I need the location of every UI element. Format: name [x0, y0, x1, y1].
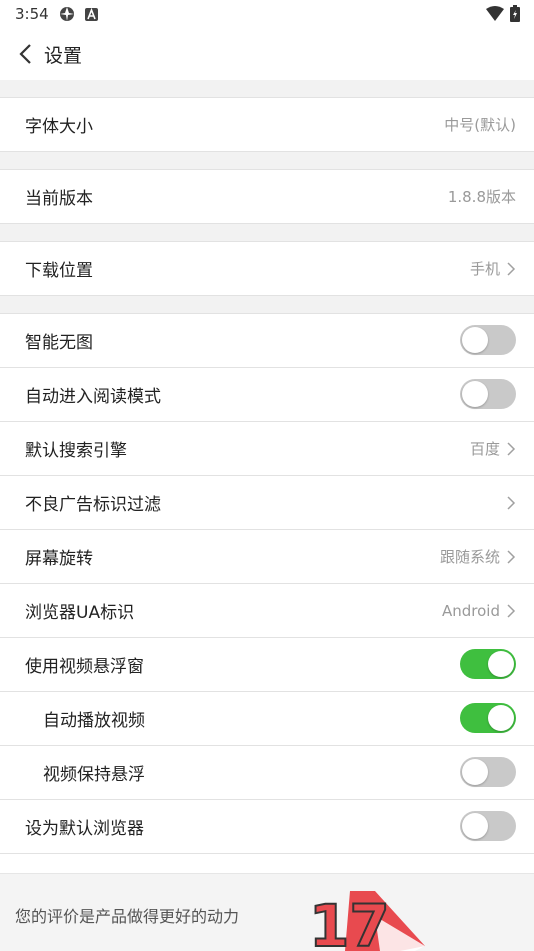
smart-no-image-toggle[interactable] [460, 325, 516, 355]
section-divider [0, 152, 534, 170]
chevron-right-icon [507, 550, 516, 564]
setting-autoplay-video[interactable]: 自动播放视频 [0, 692, 534, 746]
setting-current-version: 当前版本 1.8.8版本 [0, 170, 534, 224]
title-bar: 设置 [0, 28, 534, 80]
chevron-right-icon [507, 604, 516, 618]
back-arrow-icon [19, 44, 31, 64]
setting-label: 不良广告标识过滤 [25, 495, 161, 515]
setting-value: 手机 [469, 260, 500, 278]
setting-label: 浏览器UA标识 [25, 603, 135, 623]
badge-number: 17 [309, 892, 390, 951]
back-button[interactable] [12, 41, 38, 67]
default-browser-toggle[interactable] [460, 811, 516, 841]
setting-label: 设为默认浏览器 [25, 819, 144, 839]
setting-smart-no-image[interactable]: 智能无图 [0, 314, 534, 368]
setting-label: 当前版本 [25, 189, 93, 209]
setting-label: 视频保持悬浮 [43, 765, 145, 785]
toggle-knob [488, 651, 514, 677]
setting-label: 使用视频悬浮窗 [25, 657, 144, 677]
page-title: 设置 [44, 44, 83, 67]
setting-video-floating-window[interactable]: 使用视频悬浮窗 [0, 638, 534, 692]
notification-a-icon [84, 7, 98, 21]
chevron-right-icon [507, 262, 516, 276]
toggle-knob [462, 759, 488, 785]
settings-list: 字体大小 中号(默认) 当前版本 1.8.8版本 下载位置 手机 智能无图 自动… [0, 80, 534, 908]
setting-label: 自动播放视频 [43, 711, 145, 731]
setting-default-search-engine[interactable]: 默认搜索引擎 百度 [0, 422, 534, 476]
setting-screen-rotation[interactable]: 屏幕旋转 跟随系统 [0, 530, 534, 584]
setting-label: 下载位置 [25, 261, 93, 281]
setting-user-agent[interactable]: 浏览器UA标识 Android [0, 584, 534, 638]
status-bar: 3:54 [0, 0, 534, 28]
setting-label: 自动进入阅读模式 [25, 387, 161, 407]
setting-ad-filter[interactable]: 不良广告标识过滤 [0, 476, 534, 530]
battery-icon [510, 5, 520, 26]
auto-reader-mode-toggle[interactable] [460, 379, 516, 409]
setting-value: 1.8.8版本 [447, 188, 516, 206]
setting-video-keep-floating[interactable]: 视频保持悬浮 [0, 746, 534, 800]
rating-mascot-graphic: 17 [308, 891, 425, 951]
wifi-icon [486, 6, 504, 25]
setting-font-size[interactable]: 字体大小 中号(默认) [0, 98, 534, 152]
video-floating-window-toggle[interactable] [460, 649, 516, 679]
rating-banner[interactable]: 您的评价是产品做得更好的动力 17 [0, 873, 534, 951]
chevron-right-icon [507, 496, 516, 510]
setting-value: Android [442, 601, 500, 620]
video-keep-floating-toggle[interactable] [460, 757, 516, 787]
setting-auto-reader-mode[interactable]: 自动进入阅读模式 [0, 368, 534, 422]
section-divider [0, 224, 534, 242]
section-divider [0, 80, 534, 98]
setting-label: 屏幕旋转 [25, 549, 93, 569]
chevron-right-icon [507, 442, 516, 456]
autoplay-video-toggle[interactable] [460, 703, 516, 733]
setting-value: 跟随系统 [439, 548, 500, 566]
setting-default-browser[interactable]: 设为默认浏览器 [0, 800, 534, 854]
section-divider [0, 296, 534, 314]
toggle-knob [462, 381, 488, 407]
aperture-icon [59, 6, 75, 22]
setting-label: 默认搜索引擎 [25, 441, 127, 461]
setting-value: 中号(默认) [444, 116, 516, 134]
rating-prompt-text: 您的评价是产品做得更好的动力 [15, 907, 240, 926]
setting-value: 百度 [469, 440, 500, 458]
status-time: 3:54 [15, 5, 49, 23]
toggle-knob [462, 327, 488, 353]
setting-label: 智能无图 [25, 333, 93, 353]
toggle-knob [462, 813, 488, 839]
toggle-knob [488, 705, 514, 731]
setting-label: 字体大小 [25, 117, 93, 137]
setting-download-location[interactable]: 下载位置 手机 [0, 242, 534, 296]
